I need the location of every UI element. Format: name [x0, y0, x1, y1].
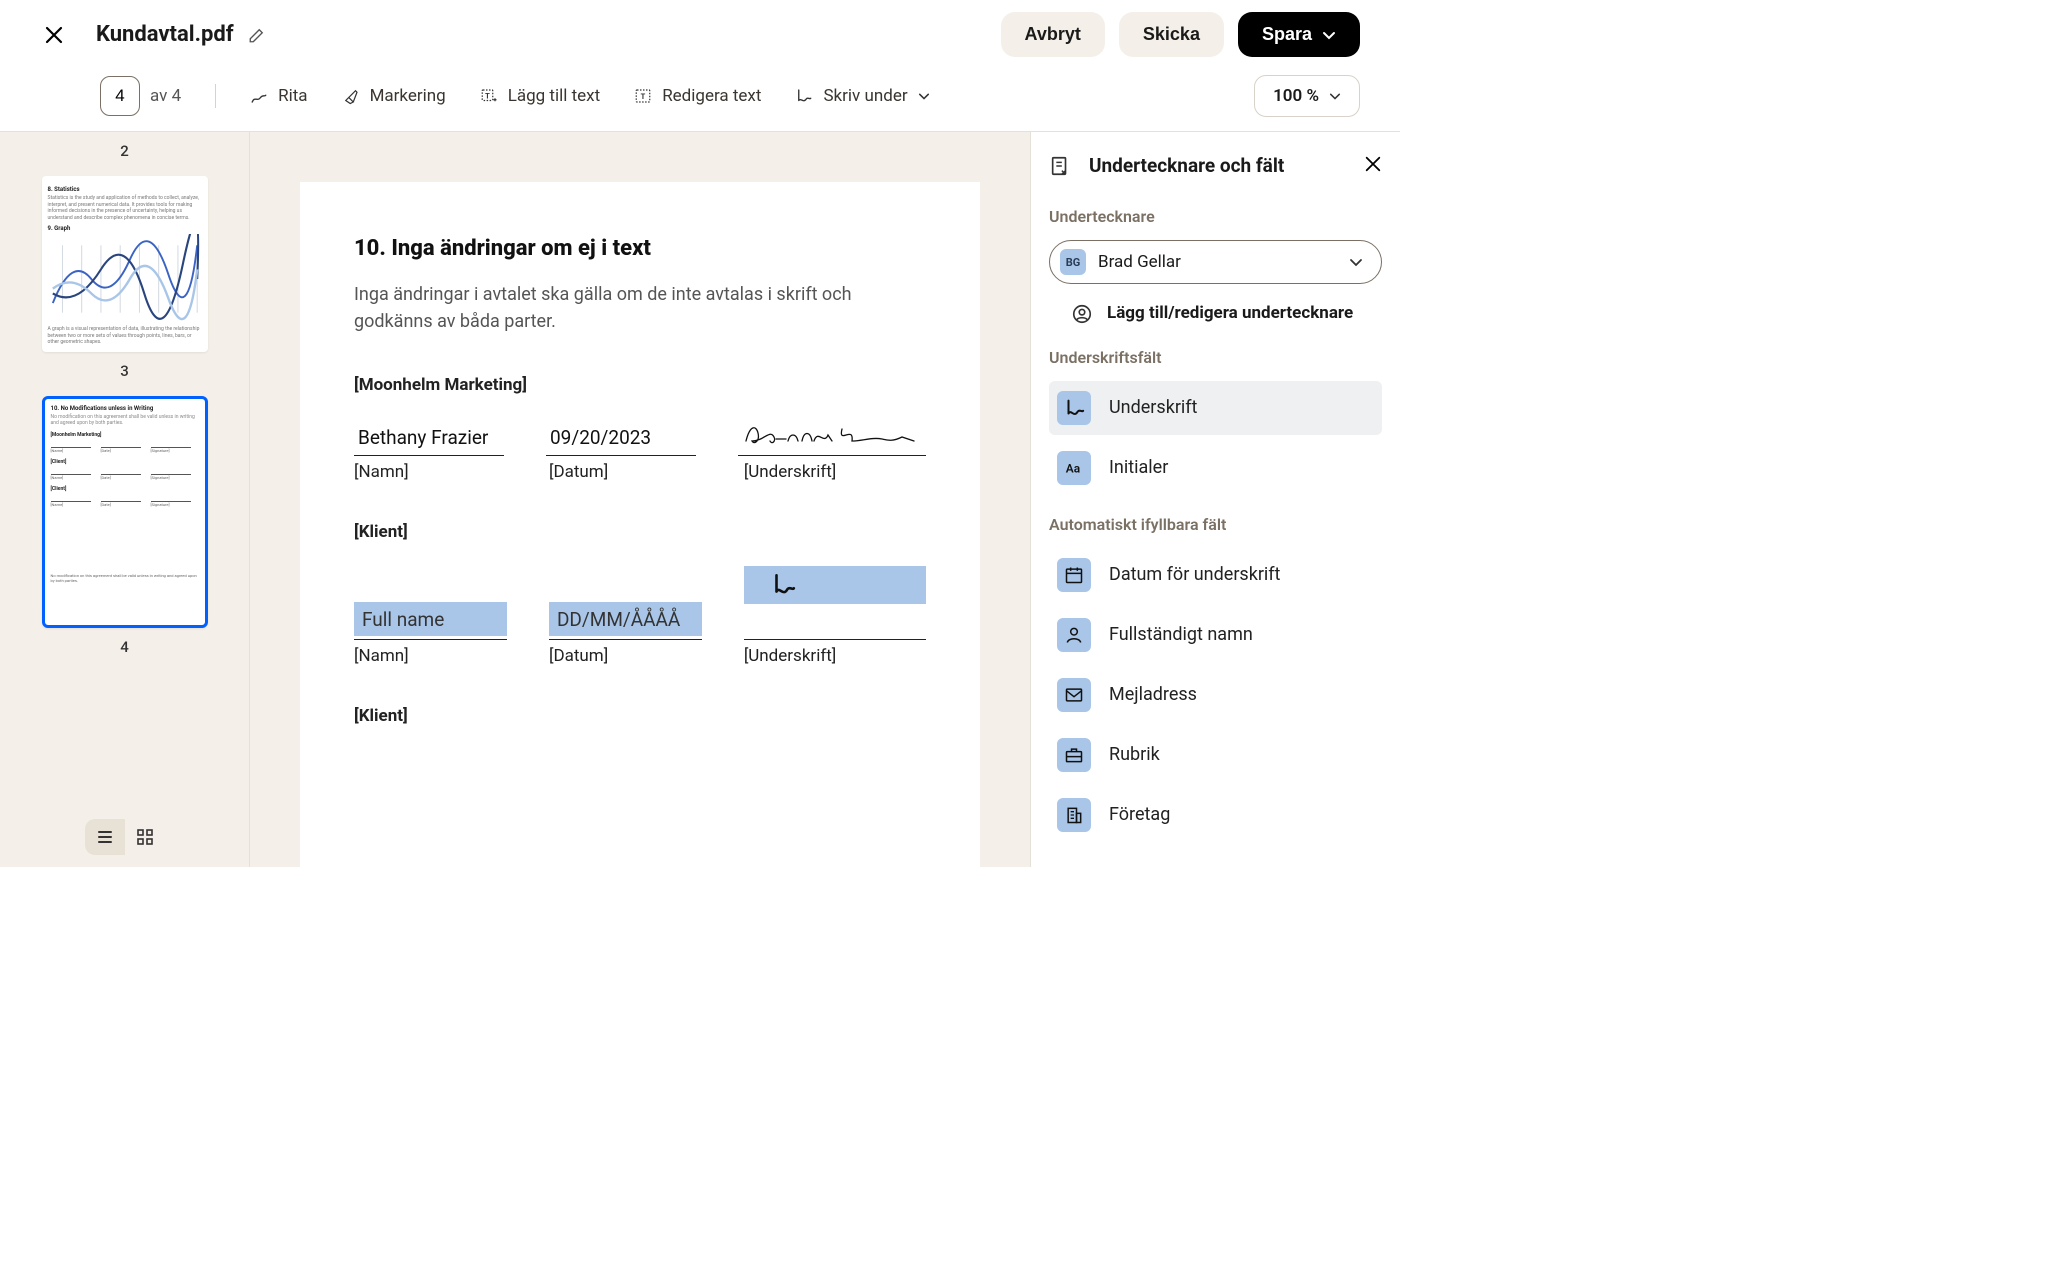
avatar: BG [1060, 249, 1086, 275]
field-item-title[interactable]: Rubrik [1049, 728, 1382, 782]
initials-icon: Aa [1063, 457, 1085, 479]
tool-add-text[interactable]: T Lägg till text [480, 86, 600, 106]
chevron-down-icon [1349, 255, 1363, 269]
list-icon [96, 828, 114, 846]
add-edit-signer[interactable]: Lägg till/redigera undertecknare [1049, 302, 1382, 348]
company-signature-value [738, 419, 926, 455]
building-icon [1064, 805, 1084, 825]
thumb-3-label: 3 [120, 362, 129, 380]
thumb-3-chart-icon [48, 234, 202, 324]
field-item-fullname[interactable]: Fullständigt namn [1049, 608, 1382, 662]
tool-edit-text[interactable]: T Redigera text [634, 86, 761, 106]
edit-filename-icon[interactable] [248, 26, 266, 44]
section-heading: 10. Inga ändringar om ej i text [354, 236, 926, 261]
sign-icon [795, 87, 813, 105]
thumb-3[interactable]: 8. Statistics Statistics is the study an… [42, 176, 208, 352]
briefcase-icon [1064, 745, 1084, 765]
signers-panel-icon [1049, 155, 1071, 177]
field-date[interactable]: DD/MM/ÅÅÅÅ [549, 602, 702, 636]
save-button[interactable]: Spara [1238, 12, 1360, 57]
close-button[interactable] [40, 21, 68, 49]
label-signature: [Underskrift] [744, 646, 926, 666]
view-grid-button[interactable] [125, 819, 165, 855]
mail-icon [1064, 685, 1084, 705]
page-total: av 4 [150, 86, 181, 106]
section-sigfields: Underskriftsfält [1049, 348, 1382, 367]
label-date: [Datum] [549, 462, 702, 482]
sidebar-title: Undertecknare och fält [1089, 154, 1284, 177]
tool-draw[interactable]: Rita [250, 86, 307, 106]
label-signature: [Underskrift] [744, 462, 926, 482]
svg-text:Aa: Aa [1066, 461, 1080, 475]
signer-name: Brad Gellar [1098, 252, 1181, 272]
field-item-email[interactable]: Mejladress [1049, 668, 1382, 722]
page-number-input[interactable] [100, 76, 140, 116]
sign-icon [1063, 397, 1085, 419]
field-item-date[interactable]: Datum för underskrift [1049, 548, 1382, 602]
edit-text-icon: T [634, 87, 652, 105]
field-item-signature[interactable]: Underskrift [1049, 381, 1382, 435]
party-client-2: [Klient] [354, 706, 926, 726]
grid-icon [136, 828, 154, 846]
add-text-icon: T [480, 87, 498, 105]
sidebar-close-button[interactable] [1364, 155, 1382, 177]
label-date: [Datum] [549, 646, 702, 666]
view-list-button[interactable] [85, 819, 125, 855]
field-fullname[interactable]: Full name [354, 602, 507, 636]
chevron-down-icon [918, 90, 930, 102]
view-toggle [85, 819, 165, 855]
company-name-value: Bethany Frazier [354, 425, 504, 455]
field-item-initials[interactable]: Aa Initialer [1049, 441, 1382, 495]
person-icon [1071, 303, 1093, 325]
chevron-down-icon [1329, 90, 1341, 102]
divider [215, 84, 216, 108]
close-icon [1364, 155, 1382, 173]
file-title: Kundavtal.pdf [96, 22, 234, 47]
sign-icon [768, 572, 798, 598]
signer-dropdown[interactable]: BG Brad Gellar [1049, 240, 1382, 284]
svg-text:T: T [485, 91, 490, 100]
party-company: [Moonhelm Marketing] [354, 375, 926, 395]
company-date-value: 09/20/2023 [546, 425, 696, 455]
document-canvas[interactable]: 10. Inga ändringar om ej i text Inga änd… [250, 132, 1030, 867]
close-icon [44, 25, 64, 45]
thumb-4[interactable]: 10. No Modifications unless in Writing N… [42, 396, 208, 628]
send-button[interactable]: Skicka [1119, 12, 1224, 57]
tool-sign[interactable]: Skriv under [795, 86, 929, 106]
tool-highlight[interactable]: Markering [342, 86, 446, 106]
thumb-4-label: 4 [120, 638, 129, 656]
cancel-button[interactable]: Avbryt [1001, 12, 1105, 57]
field-item-company[interactable]: Företag [1049, 788, 1382, 842]
draw-icon [250, 87, 268, 105]
party-client: [Klient] [354, 522, 926, 542]
thumb-2-label: 2 [120, 142, 129, 160]
section-body: Inga ändringar i avtalet ska gälla om de… [354, 281, 926, 335]
label-name: [Namn] [354, 646, 507, 666]
sidebar: Undertecknare och fält Undertecknare BG … [1030, 132, 1400, 867]
chevron-down-icon [1322, 28, 1336, 42]
thumbnail-panel: 2 8. Statistics Statistics is the study … [0, 132, 250, 867]
field-signature[interactable] [744, 566, 926, 604]
calendar-icon [1064, 565, 1084, 585]
label-name: [Namn] [354, 462, 507, 482]
zoom-dropdown[interactable]: 100 % [1254, 75, 1360, 117]
section-signers: Undertecknare [1049, 207, 1382, 226]
svg-text:T: T [641, 92, 646, 101]
section-autofill: Automatiskt ifyllbara fält [1049, 515, 1382, 534]
person-icon [1064, 625, 1084, 645]
page-4: 10. Inga ändringar om ej i text Inga änd… [300, 182, 980, 867]
highlight-icon [342, 87, 360, 105]
signature-glyph-icon [742, 419, 922, 449]
